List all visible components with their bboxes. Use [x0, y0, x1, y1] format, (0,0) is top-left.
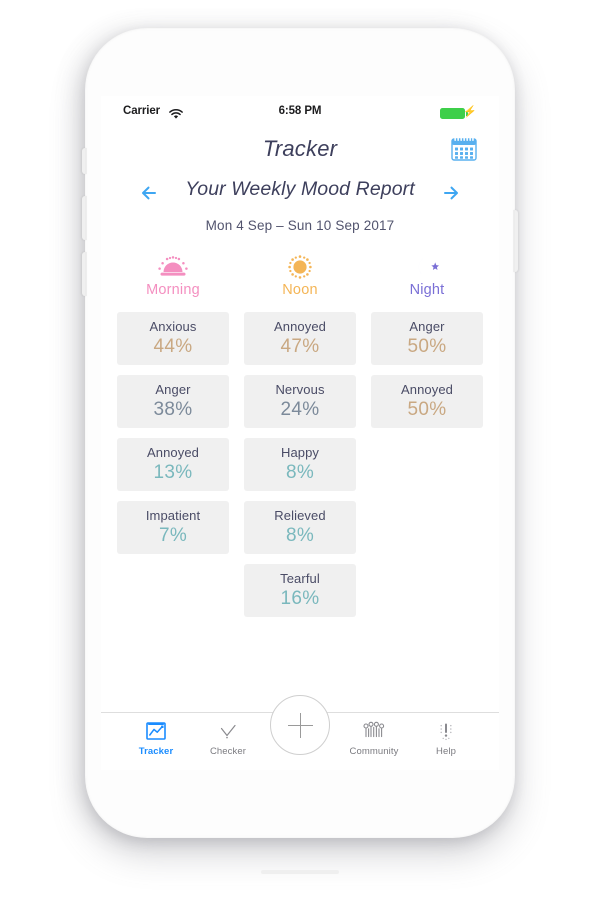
mood-card[interactable]: Annoyed 50% — [371, 375, 483, 428]
mood-percent: 8% — [285, 525, 315, 546]
mood-card[interactable]: Happy 8% — [244, 438, 356, 491]
tab-tracker[interactable]: Tracker — [119, 719, 193, 757]
mood-name: Happy — [280, 445, 320, 460]
mood-percent: 8% — [285, 462, 315, 483]
mood-card[interactable]: Tearful 16% — [244, 564, 356, 617]
mood-card[interactable]: Annoyed 13% — [117, 438, 229, 491]
mood-column-morning: Anxious 44% Anger 38% Annoyed 13% Impatient 7% — [117, 312, 229, 564]
lightning-bolt-icon: ⚡ — [463, 106, 477, 118]
mood-name: Annoyed — [273, 319, 327, 334]
checkmark-icon — [191, 719, 265, 743]
mood-card[interactable]: Impatient 7% — [117, 501, 229, 554]
moon-star-icon — [371, 254, 483, 280]
mood-percent: 44% — [153, 336, 193, 357]
home-indicator — [261, 870, 339, 874]
screenshot-stage: Carrier 6:58 PM ⚡ Tracker Your Weekly Mo… — [0, 0, 600, 904]
tab-label-help: Help — [436, 746, 456, 757]
time-of-day-headers: Morning Noon Night — [117, 254, 483, 306]
sunrise-icon — [117, 254, 229, 280]
column-label-night: Night — [409, 282, 445, 298]
status-bar: Carrier 6:58 PM ⚡ — [101, 104, 499, 124]
mood-percent: 16% — [280, 588, 320, 609]
add-entry-button[interactable] — [270, 695, 330, 755]
mood-name: Annoyed — [146, 445, 200, 460]
column-header-night: Night — [371, 254, 483, 298]
volume-up-button[interactable] — [82, 196, 87, 240]
tab-label-tracker: Tracker — [138, 746, 174, 757]
mood-name: Anxious — [149, 319, 197, 334]
tab-help[interactable]: Help — [409, 719, 483, 757]
mood-card[interactable]: Annoyed 47% — [244, 312, 356, 365]
power-button[interactable] — [513, 210, 518, 272]
exclamation-help-icon — [409, 719, 483, 743]
mood-card[interactable]: Anxious 44% — [117, 312, 229, 365]
page-title: Tracker — [262, 136, 338, 161]
tab-community[interactable]: Community — [337, 719, 411, 757]
mood-name: Anger — [409, 319, 445, 334]
date-range-label: Mon 4 Sep – Sun 10 Sep 2017 — [205, 218, 395, 233]
mood-percent: 50% — [407, 399, 447, 420]
mood-card[interactable]: Relieved 8% — [244, 501, 356, 554]
mood-card[interactable]: Anger 38% — [117, 375, 229, 428]
battery-full-icon — [440, 108, 468, 119]
mood-percent: 38% — [153, 399, 193, 420]
mood-name: Tearful — [280, 571, 320, 586]
mood-percent: 24% — [280, 399, 320, 420]
mood-column-night: Anger 50% Annoyed 50% — [371, 312, 483, 438]
people-group-icon — [337, 719, 411, 743]
mood-percent: 47% — [280, 336, 320, 357]
mood-name: Relieved — [274, 508, 326, 523]
volume-down-button[interactable] — [82, 252, 87, 296]
mood-column-noon: Annoyed 47% Nervous 24% Happy 8% Relieved 8% Tea… — [244, 312, 356, 627]
chart-tracker-icon — [119, 719, 193, 743]
mood-name: Impatient — [145, 508, 201, 523]
mood-name: Annoyed — [400, 382, 454, 397]
report-header: Your Weekly Mood Report — [101, 178, 499, 212]
sun-icon — [244, 254, 356, 280]
column-label-noon: Noon — [282, 282, 318, 298]
tab-label-community: Community — [349, 746, 399, 757]
arrow-right-icon[interactable] — [437, 180, 463, 206]
mood-name: Anger — [155, 382, 191, 397]
bottom-tab-bar: Tracker Checker Community Help — [101, 695, 499, 770]
tab-checker[interactable]: Checker — [191, 719, 265, 757]
mood-card[interactable]: Anger 50% — [371, 312, 483, 365]
mood-card[interactable]: Nervous 24% — [244, 375, 356, 428]
mood-percent: 7% — [158, 525, 188, 546]
arrow-left-icon[interactable] — [137, 180, 163, 206]
mood-percent: 50% — [407, 336, 447, 357]
column-label-morning: Morning — [146, 282, 200, 298]
mute-switch[interactable] — [82, 148, 87, 174]
mood-name: Nervous — [275, 382, 325, 397]
app-screen: Carrier 6:58 PM ⚡ Tracker Your Weekly Mo… — [101, 96, 499, 770]
column-header-morning: Morning — [117, 254, 229, 298]
mood-percent: 13% — [153, 462, 193, 483]
tab-label-checker: Checker — [209, 746, 247, 757]
column-header-noon: Noon — [244, 254, 356, 298]
calendar-icon[interactable] — [449, 134, 479, 164]
